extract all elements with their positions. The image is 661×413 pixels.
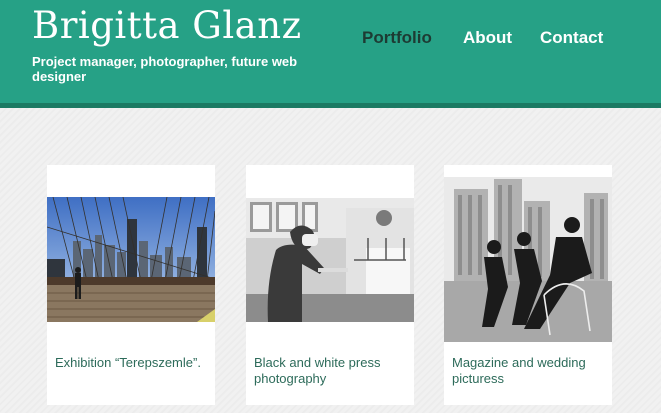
- portfolio-card-press[interactable]: Black and white press photography: [246, 165, 414, 405]
- nav-contact[interactable]: Contact: [540, 28, 603, 48]
- portfolio-card-exhibition[interactable]: Exhibition “Terepszemle”.: [47, 165, 215, 405]
- site-title[interactable]: Brigitta Glanz: [32, 4, 302, 47]
- nav-about[interactable]: About: [463, 28, 512, 48]
- magazine-photo[interactable]: [444, 177, 612, 342]
- card-caption[interactable]: Exhibition “Terepszemle”.: [55, 355, 207, 371]
- card-caption[interactable]: Black and white press photography: [254, 355, 406, 387]
- nav-portfolio[interactable]: Portfolio: [362, 28, 432, 48]
- press-photo[interactable]: [246, 198, 414, 322]
- card-caption[interactable]: Magazine and wedding picturess: [452, 355, 604, 387]
- header-divider: [0, 103, 661, 108]
- site-header: Brigitta Glanz Project manager, photogra…: [0, 0, 661, 103]
- site-tagline: Project manager, photographer, future we…: [32, 54, 298, 84]
- bridge-skyline-photo[interactable]: [47, 197, 215, 322]
- portfolio-card-magazine[interactable]: Magazine and wedding picturess: [444, 165, 612, 405]
